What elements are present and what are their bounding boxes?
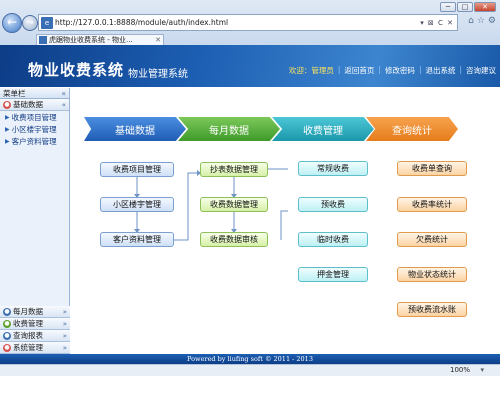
sidebar-item-buildings[interactable]: ▶ 小区楼宇管理: [0, 123, 69, 135]
chevron-down-icon[interactable]: »: [63, 320, 67, 328]
group-label: 查询报表: [13, 331, 43, 340]
node-temporary-charge[interactable]: 临时收费: [298, 232, 368, 247]
address-tools[interactable]: ▾ ⊠ C ✕: [420, 19, 457, 27]
link-logout[interactable]: 退出系统: [425, 65, 455, 76]
address-bar[interactable]: e http://127.0.0.1:8888/module/auth/inde…: [38, 14, 458, 31]
copyright-text: Powered by liufing soft © 2011 - 2013: [187, 355, 313, 363]
sidebar-item-label: 客户资料管理: [11, 136, 57, 146]
back-button[interactable]: ←: [2, 13, 22, 33]
link-change-password[interactable]: 修改密码: [385, 65, 415, 76]
app-subtitle: 物业管理系统: [128, 69, 188, 80]
separator: |: [337, 65, 341, 74]
maximize-button[interactable]: □: [457, 2, 473, 12]
collapse-icon[interactable]: «: [61, 89, 66, 98]
separator: |: [459, 65, 462, 74]
group-label: 系统管理: [13, 343, 43, 352]
sidebar-group-reports[interactable]: ● 查询报表 »: [0, 330, 70, 342]
basic-data-icon: ●: [3, 100, 11, 109]
node-receipt-query[interactable]: 收费单查询: [397, 161, 467, 176]
url-text[interactable]: http://127.0.0.1:8888/module/auth/index.…: [55, 18, 420, 27]
sidebar-item-label: 收费项目管理: [11, 112, 57, 122]
chevron-up-icon[interactable]: «: [62, 101, 66, 109]
node-regular-charge[interactable]: 常规收费: [298, 161, 368, 176]
minimize-button[interactable]: ─: [440, 2, 456, 12]
sidebar-group-basic-data[interactable]: ● 基础数据 «: [0, 99, 69, 111]
node-arrears[interactable]: 欠费统计: [397, 232, 467, 247]
node-charge-audit[interactable]: 收费数据审核: [200, 232, 268, 247]
sidebar: 菜单栏 « ● 基础数据 « ▶ 收费项目管理 ▶ 小区楼宇管理 ▶ 客户资料管…: [0, 88, 70, 354]
tab-title: 虎踞物业收费系统 - 物业...: [49, 36, 133, 44]
app-title: 物业收费系统: [28, 61, 125, 79]
group-label: 收费管理: [13, 319, 43, 328]
link-feedback[interactable]: 咨询建议: [466, 65, 496, 76]
zoom-level[interactable]: 100%: [450, 366, 470, 374]
arrow-icon: ▶: [5, 125, 10, 133]
sidebar-group-charges[interactable]: ● 收费管理 »: [0, 318, 70, 330]
zoom-dropdown-icon[interactable]: ▾: [480, 366, 484, 374]
node-charge-data[interactable]: 收费数据管理: [200, 197, 268, 212]
node-prepay-ledger[interactable]: 预收费流水账: [397, 302, 467, 317]
sidebar-title: 菜单栏: [3, 88, 26, 98]
favorites-icon[interactable]: ☆: [477, 16, 485, 26]
tab-favicon-icon: [39, 36, 47, 44]
chevron-down-icon[interactable]: »: [63, 308, 67, 316]
node-buildings[interactable]: 小区楼宇管理: [100, 197, 174, 212]
group-label: 基础数据: [13, 100, 43, 109]
node-customers[interactable]: 客户资料管理: [100, 232, 174, 247]
sidebar-group-system[interactable]: ● 系统管理 »: [0, 342, 70, 354]
sidebar-item-fee-items[interactable]: ▶ 收费项目管理: [0, 111, 69, 123]
browser-window: ─ □ ✕ ← → e http://127.0.0.1:8888/module…: [0, 0, 500, 400]
footer: Powered by liufing soft © 2011 - 2013: [0, 354, 500, 364]
main-content: 基础数据 每月数据 收费管理 查询统计 收费项目管理 小区楼宇管理 客户资料管理…: [71, 88, 500, 354]
close-window-button[interactable]: ✕: [474, 2, 496, 12]
browser-tab[interactable]: 虎踞物业收费系统 - 物业... ✕: [36, 34, 164, 45]
tab-bar: 虎踞物业收费系统 - 物业... ✕: [0, 34, 500, 45]
system-icon: ●: [3, 343, 11, 352]
tab-close-icon[interactable]: ✕: [155, 36, 163, 44]
home-icon[interactable]: ⌂: [468, 16, 474, 26]
forward-button[interactable]: →: [22, 15, 38, 31]
sidebar-group-monthly[interactable]: ● 每月数据 »: [0, 306, 70, 318]
node-fee-items[interactable]: 收费项目管理: [100, 162, 174, 177]
node-deposit[interactable]: 押金管理: [298, 267, 368, 282]
node-property-status[interactable]: 物业状态统计: [397, 267, 467, 282]
sidebar-bottom-groups: ● 每月数据 » ● 收费管理 » ● 查询报表 » ● 系统管理 »: [0, 306, 70, 354]
separator: |: [418, 65, 422, 74]
stage-basic-data: 基础数据: [84, 117, 186, 141]
sidebar-item-customers[interactable]: ▶ 客户资料管理: [0, 135, 69, 147]
reports-icon: ●: [3, 331, 11, 340]
stage-charges: 收费管理: [272, 117, 374, 141]
header-links: 欢迎：管理员 | 返回首页 | 修改密码 | 退出系统 | 咨询建议: [289, 65, 496, 76]
status-bar: 100% ▾: [0, 364, 500, 376]
blank-area: [0, 376, 500, 400]
browser-chrome: ─ □ ✕ ← → e http://127.0.0.1:8888/module…: [0, 0, 500, 45]
browser-tools: ⌂ ☆ ⚙: [468, 16, 496, 26]
sidebar-header: 菜单栏 «: [0, 88, 69, 99]
settings-icon[interactable]: ⚙: [488, 16, 496, 26]
monthly-data-icon: ●: [3, 307, 11, 316]
app-header: 物业收费系统 物业管理系统 欢迎：管理员 | 返回首页 | 修改密码 | 退出系…: [0, 45, 500, 87]
arrow-icon: ▶: [5, 113, 10, 121]
process-stages: 基础数据 每月数据 收费管理 查询统计: [84, 117, 458, 145]
window-controls: ─ □ ✕: [440, 2, 496, 12]
separator: |: [378, 65, 381, 74]
page-icon: e: [41, 16, 53, 29]
stage-monthly-data: 每月数据: [178, 117, 280, 141]
stage-statistics: 查询统计: [366, 117, 458, 141]
arrow-icon: ▶: [5, 137, 10, 145]
sidebar-item-label: 小区楼宇管理: [11, 124, 57, 134]
chevron-down-icon[interactable]: »: [63, 344, 67, 352]
charges-icon: ●: [3, 319, 11, 328]
node-prepayment[interactable]: 预收费: [298, 197, 368, 212]
node-meter-data[interactable]: 抄表数据管理: [200, 162, 268, 177]
chevron-down-icon[interactable]: »: [63, 332, 67, 340]
welcome-text: 欢迎：管理员: [288, 66, 334, 75]
link-home[interactable]: 返回首页: [344, 65, 374, 76]
node-charge-rate[interactable]: 收费率统计: [397, 197, 467, 212]
group-label: 每月数据: [13, 307, 43, 316]
